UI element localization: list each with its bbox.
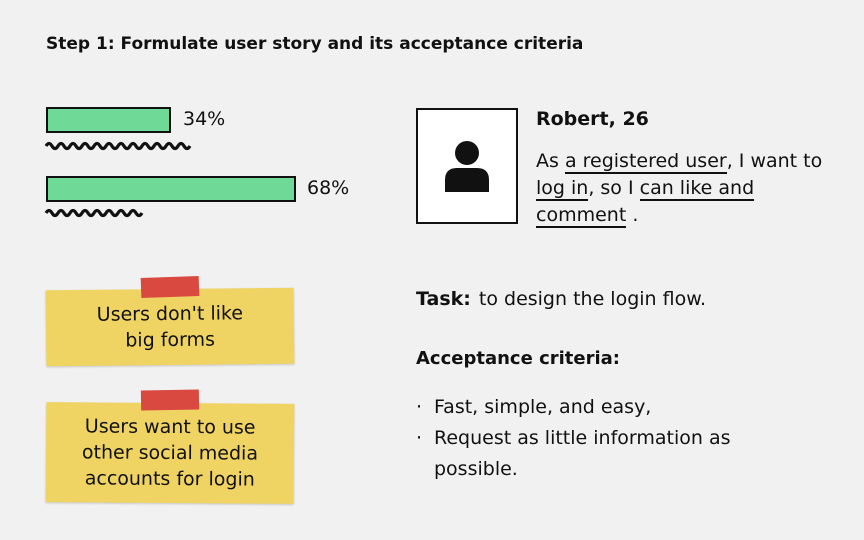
tape-strip: [140, 275, 200, 299]
stat-bar-1: [46, 107, 171, 133]
acceptance-criteria-list: · Fast, simple, and easy, · Request as lit…: [416, 392, 776, 485]
story-goal: log in: [536, 177, 589, 201]
story-text: , so I: [588, 177, 640, 199]
bullet-icon: ·: [416, 427, 423, 449]
story-text: .: [626, 204, 639, 226]
task-label: Task:: [416, 288, 471, 310]
stat-bar-2: [46, 176, 296, 202]
note-line: Users don't like: [96, 302, 244, 326]
scribble-caption-2: [44, 208, 144, 218]
user-story: As a registered user, I want to log in, …: [536, 148, 836, 229]
stat-percent-2: 68%: [307, 177, 350, 199]
criteria-text: Request as little information as possibl…: [434, 427, 731, 480]
sticky-note-1: Users don't like big forms: [45, 287, 295, 367]
note-line: other social media: [81, 441, 259, 465]
story-text: , I want to: [726, 150, 823, 172]
avatar: [416, 108, 518, 224]
criteria-item: · Fast, simple, and easy,: [416, 392, 776, 423]
scribble-caption-1: [44, 141, 192, 151]
user-icon: [445, 141, 489, 192]
note-line: Users want to use: [84, 415, 256, 439]
tape-strip: [140, 389, 200, 411]
criteria-item: · Request as little information as possib…: [416, 423, 776, 485]
criteria-text: Fast, simple, and easy,: [434, 396, 652, 418]
acceptance-criteria-heading: Acceptance criteria:: [416, 348, 620, 369]
task-text: to design the login flow.: [478, 288, 707, 310]
bullet-icon: ·: [416, 396, 423, 418]
note-line: big forms: [125, 328, 216, 352]
step-title: Step 1: Formulate user story and its acc…: [46, 34, 584, 54]
story-text: As: [536, 150, 565, 172]
persona-name: Robert, 26: [536, 108, 649, 130]
stat-percent-1: 34%: [183, 108, 226, 130]
story-role: a registered user: [564, 150, 727, 174]
task-statement: Task: to design the login flow.: [416, 288, 706, 310]
note-line: accounts for login: [84, 467, 255, 491]
sticky-note-2: Users want to use other social media acc…: [45, 402, 295, 504]
